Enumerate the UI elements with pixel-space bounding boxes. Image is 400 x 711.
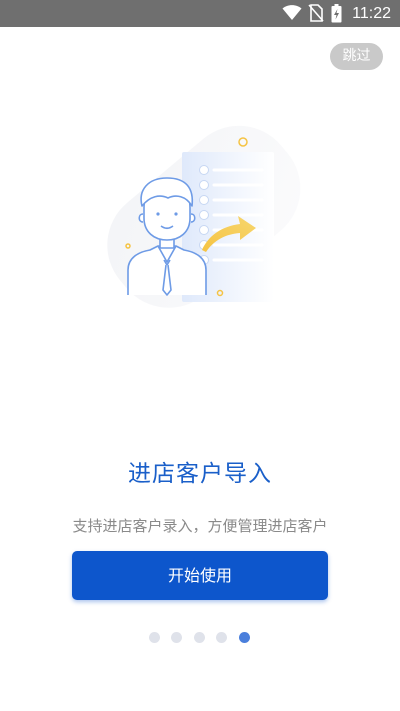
status-bar: 11:22	[0, 0, 400, 27]
page-dot-1	[149, 632, 160, 643]
page-title: 进店客户导入	[128, 461, 272, 487]
page-dot-4	[216, 632, 227, 643]
page-dot-2	[171, 632, 182, 643]
start-button[interactable]: 开始使用	[72, 551, 328, 600]
status-time: 11:22	[352, 5, 391, 22]
page-subtitle: 支持进店客户录入，方便管理进店客户	[72, 517, 328, 535]
customer-import-illustration	[80, 90, 320, 350]
no-sim-icon	[308, 4, 324, 26]
page-indicator	[149, 632, 253, 644]
page-dot-3	[194, 632, 205, 643]
battery-charging-icon	[331, 4, 342, 27]
skip-button[interactable]: 跳过	[330, 43, 383, 70]
page-dot-5	[239, 632, 250, 643]
wifi-icon	[282, 4, 302, 26]
